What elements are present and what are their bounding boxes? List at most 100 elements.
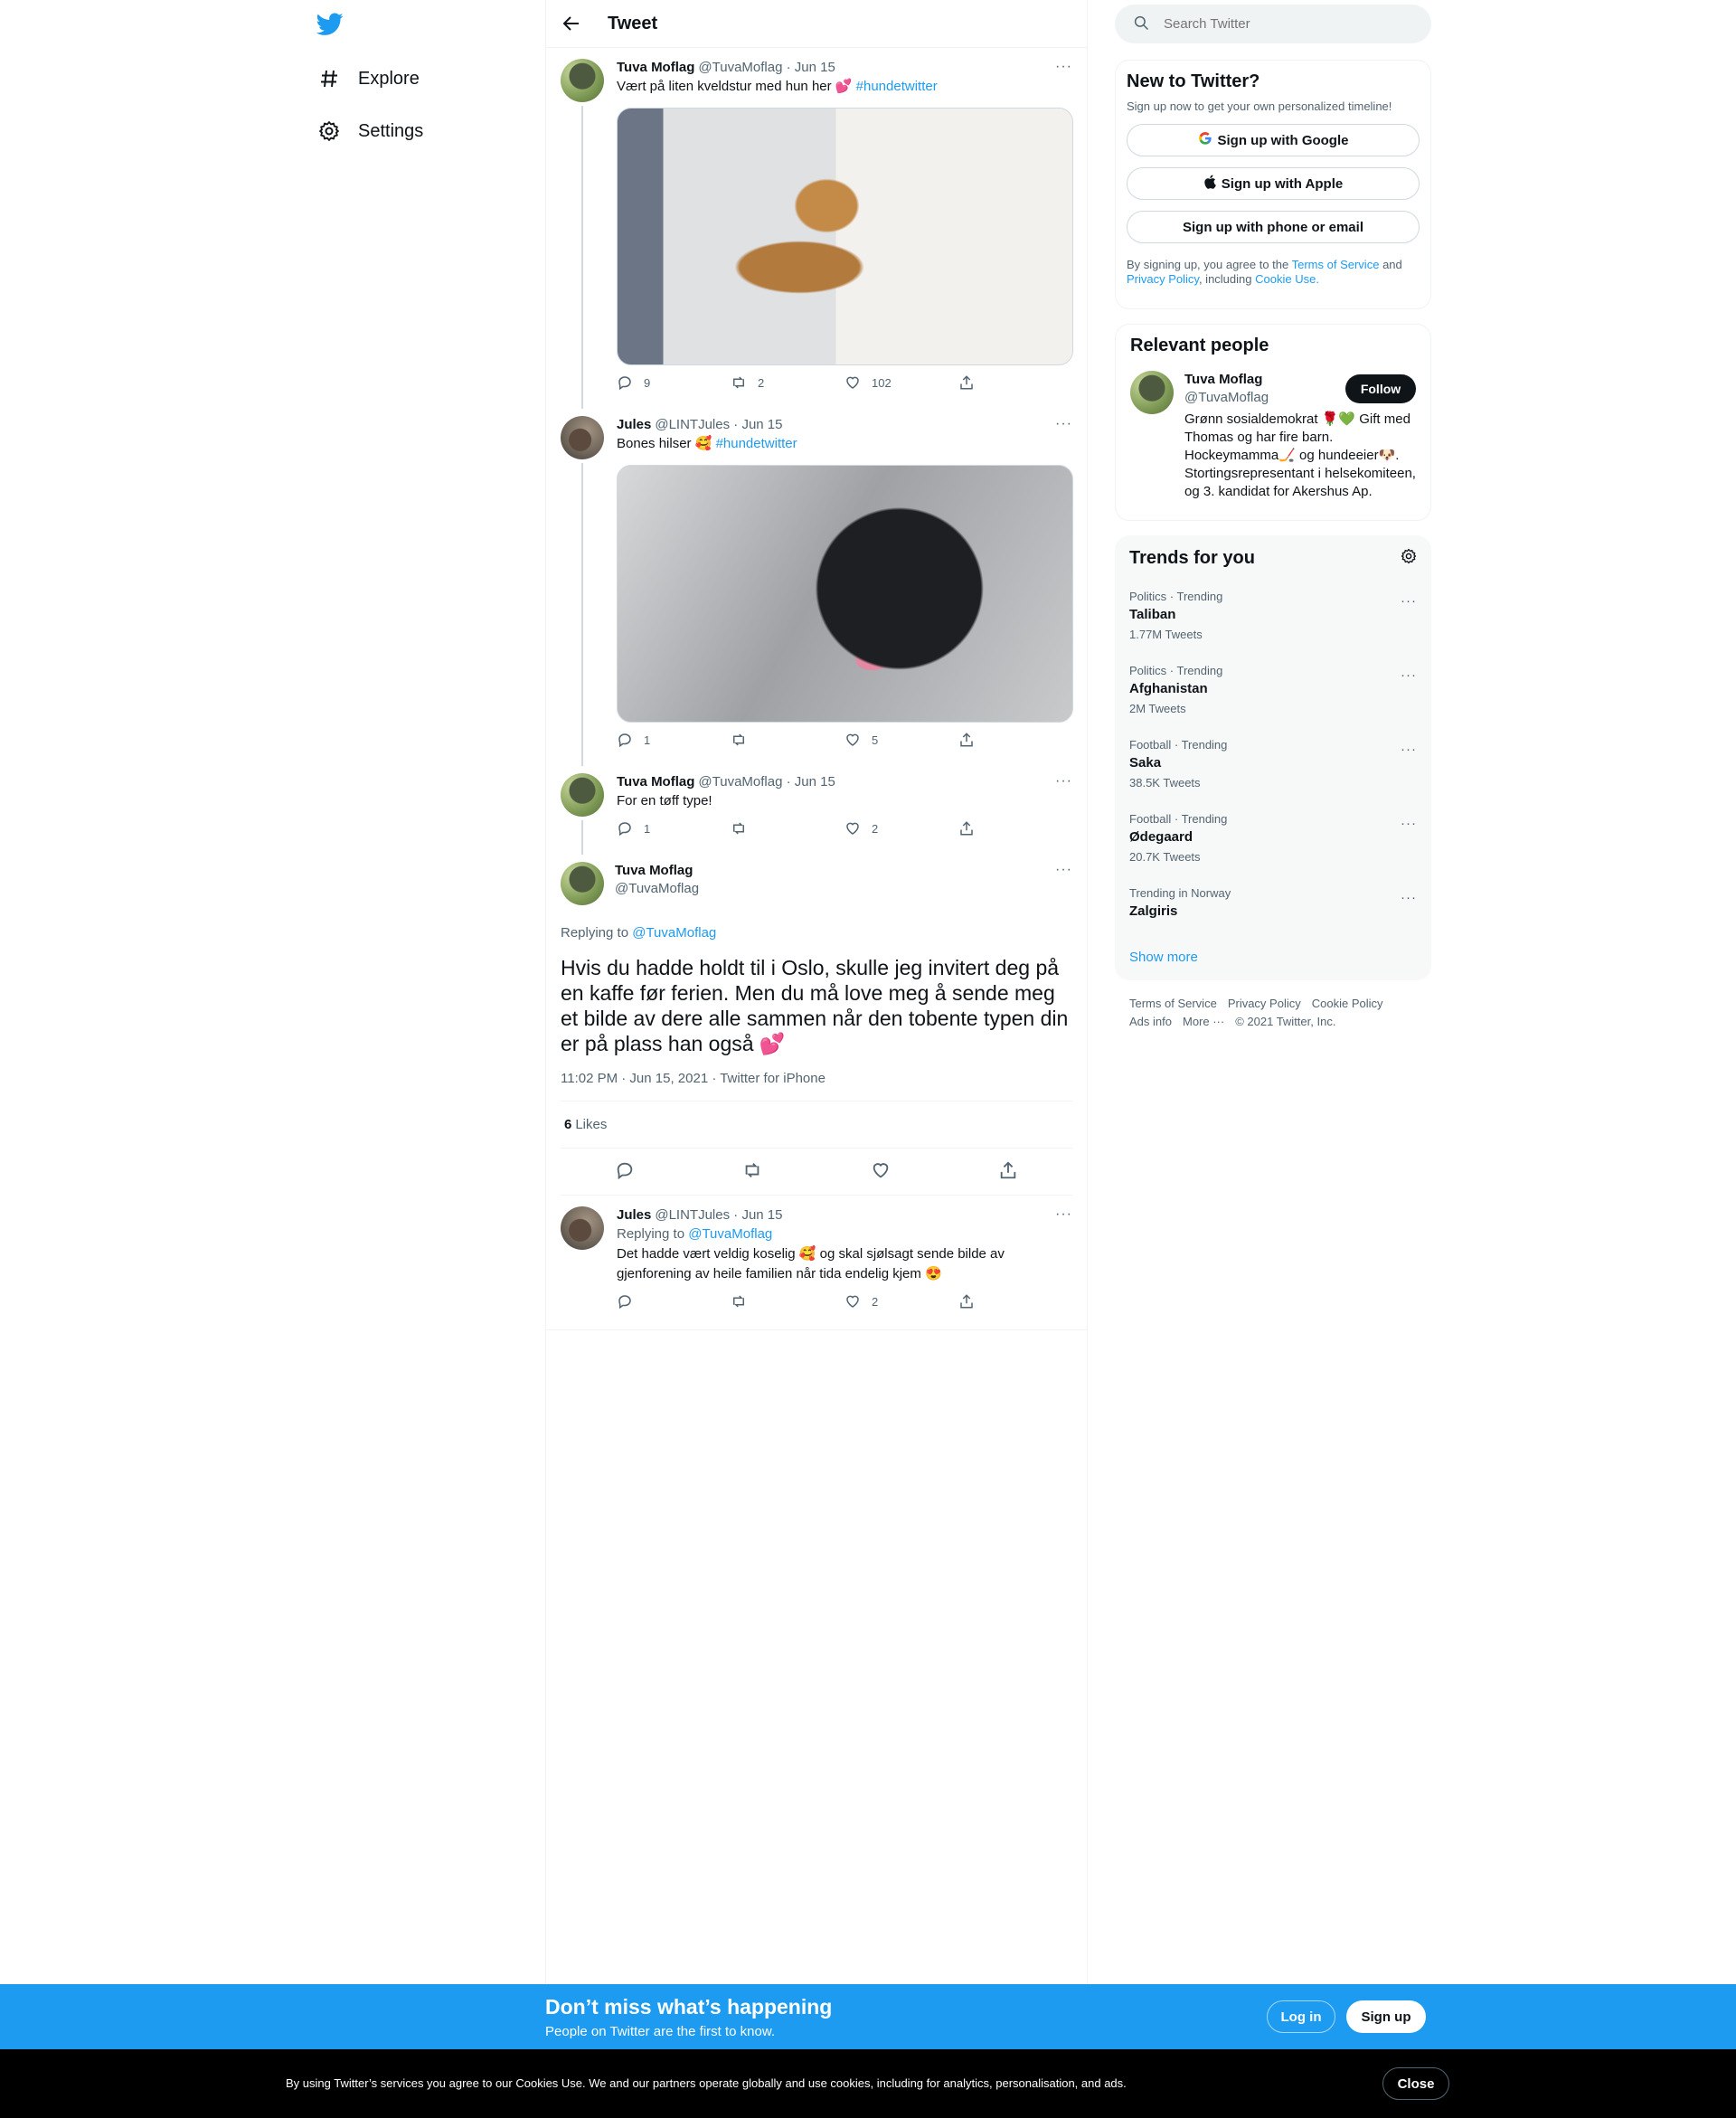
show-more-link[interactable]: Show more [1115,935,1431,979]
like-button[interactable]: 2 [844,1293,958,1310]
nav-settings[interactable]: Settings [316,111,423,151]
trend-count: 20.7K Tweets [1129,850,1201,864]
signup-button[interactable]: Sign up [1346,2000,1426,2033]
share-button[interactable] [958,820,1072,837]
hashtag-link[interactable]: #hundetwitter [716,436,797,451]
retweet-button[interactable] [731,820,844,837]
more-icon[interactable]: ··· [1055,862,1072,878]
thread-tweet[interactable]: Jules @LINTJules · Jun 15 ··· Bones hilse… [546,405,1087,766]
author-name[interactable]: Jules [617,1206,651,1224]
author-handle[interactable]: @TuvaMoflag [615,880,699,898]
tweet-photo-bulldog[interactable] [617,465,1073,723]
retweet-icon [733,733,744,746]
likes-summary[interactable]: 6 Likes [561,1102,1072,1149]
author-handle[interactable]: @LINTJules [655,1206,730,1224]
tweet-photo-puppy[interactable] [617,108,1073,365]
more-icon[interactable]: ··· [1401,816,1417,831]
thread-line [581,820,583,855]
trend-item[interactable]: Trending in Norway Zalgiris ··· [1115,877,1431,935]
footer-more[interactable]: More ··· [1183,1015,1224,1028]
footer-terms[interactable]: Terms of Service [1129,997,1217,1010]
trend-item[interactable]: Football · Trending Saka 38.5K Tweets ··… [1115,729,1431,803]
nav-explore[interactable]: Explore [316,59,420,99]
search-input[interactable] [1164,16,1408,32]
more-icon[interactable]: ··· [1401,593,1417,609]
more-icon[interactable]: ··· [1055,416,1072,432]
more-icon[interactable]: ··· [1401,742,1417,757]
author-handle[interactable]: @LINTJules [655,416,730,434]
reply-icon[interactable] [615,1160,635,1184]
trend-item[interactable]: Football · Trending Ødegaard 20.7K Tweet… [1115,803,1431,877]
tweet-date[interactable]: · Jun 15 [787,59,835,77]
avatar[interactable] [561,773,604,817]
avatar[interactable] [561,862,604,905]
author-name[interactable]: Tuva Moflag [617,773,694,791]
avatar[interactable] [1130,371,1174,414]
more-icon[interactable]: ··· [1401,667,1417,683]
signup-apple-button[interactable]: Sign up with Apple [1127,167,1420,200]
tweet-date[interactable]: · Jun 15 [787,773,835,791]
back-arrow-icon[interactable] [546,14,597,33]
retweet-button[interactable] [731,732,844,748]
author-handle[interactable]: @TuvaMoflag [698,773,782,791]
tweet-date[interactable]: · Jun 15 [733,416,782,434]
signup-google-button[interactable]: Sign up with Google [1127,124,1420,156]
retweet-button[interactable] [731,1293,844,1310]
tweet-text: Vært på liten kveldstur med hun her 💕 [617,79,853,94]
reply-button[interactable] [617,1293,731,1310]
share-button[interactable] [958,374,1072,391]
footer-privacy[interactable]: Privacy Policy [1228,997,1301,1010]
banner-subtitle: People on Twitter are the first to know. [545,2024,776,2039]
reply-button[interactable]: 1 [617,820,731,837]
more-icon[interactable]: ··· [1055,1206,1072,1223]
like-count: 102 [872,375,892,390]
reply-button[interactable]: 1 [617,732,731,748]
replying-to-link[interactable]: @TuvaMoflag [632,925,716,941]
reply-tweet[interactable]: Jules @LINTJules · Jun 15 ··· Replying to… [546,1196,1087,1330]
twitter-bird-icon[interactable] [316,13,344,36]
hashtag-icon [316,66,342,91]
retweet-icon[interactable] [742,1160,762,1184]
search-box[interactable] [1115,5,1431,43]
person-entry[interactable]: Tuva Moflag @TuvaMoflag Follow Grønn sos… [1130,371,1416,501]
privacy-link[interactable]: Privacy Policy [1127,272,1199,286]
author-name[interactable]: Tuva Moflag [617,59,694,77]
more-icon[interactable]: ··· [1055,773,1072,790]
heart-icon[interactable] [871,1160,891,1184]
gear-icon[interactable] [1401,548,1417,568]
trend-item[interactable]: Politics · Trending Taliban 1.77M Tweets… [1115,581,1431,655]
more-icon[interactable]: ··· [1401,890,1417,905]
share-icon[interactable] [998,1160,1018,1184]
like-button[interactable]: 5 [844,732,958,748]
hashtag-link[interactable]: #hundetwitter [856,79,938,94]
like-button[interactable]: 102 [844,374,958,391]
thread-tweet[interactable]: Tuva Moflag @TuvaMoflag · Jun 15 ··· For … [546,762,1087,855]
like-count: 5 [872,733,879,747]
footer-ads[interactable]: Ads info [1129,1015,1172,1028]
terms-link[interactable]: Terms of Service [1292,258,1380,271]
cookie-link[interactable]: Cookie Use. [1255,272,1319,286]
author-handle[interactable]: @TuvaMoflag [698,59,782,77]
share-button[interactable] [958,1293,1072,1310]
footer-cookie[interactable]: Cookie Policy [1312,997,1383,1010]
share-button[interactable] [958,732,1072,748]
login-button[interactable]: Log in [1267,2000,1335,2033]
like-button[interactable]: 2 [844,820,958,837]
more-icon[interactable]: ··· [1055,59,1072,75]
author-name[interactable]: Tuva Moflag [615,862,695,880]
close-button[interactable]: Close [1382,2067,1449,2100]
author-name[interactable]: Jules [617,416,651,434]
retweet-button[interactable]: 2 [731,374,844,391]
tweet-date[interactable]: · Jun 15 [733,1206,782,1224]
thread-tweet[interactable]: Tuva Moflag @TuvaMoflag · Jun 15 ··· Vært… [546,48,1087,409]
trend-item[interactable]: Politics · Trending Afghanistan 2M Tweet… [1115,655,1431,729]
trend-count: 38.5K Tweets [1129,776,1201,790]
avatar[interactable] [561,59,604,102]
replying-to-link[interactable]: @TuvaMoflag [688,1226,772,1242]
avatar[interactable] [561,416,604,459]
signup-phone-button[interactable]: Sign up with phone or email [1127,211,1420,243]
follow-button[interactable]: Follow [1345,374,1416,403]
reply-button[interactable]: 9 [617,374,731,391]
tweet-timestamp[interactable]: 11:02 PM · Jun 15, 2021 · Twitter for iP… [561,1071,1072,1102]
avatar[interactable] [561,1206,604,1250]
